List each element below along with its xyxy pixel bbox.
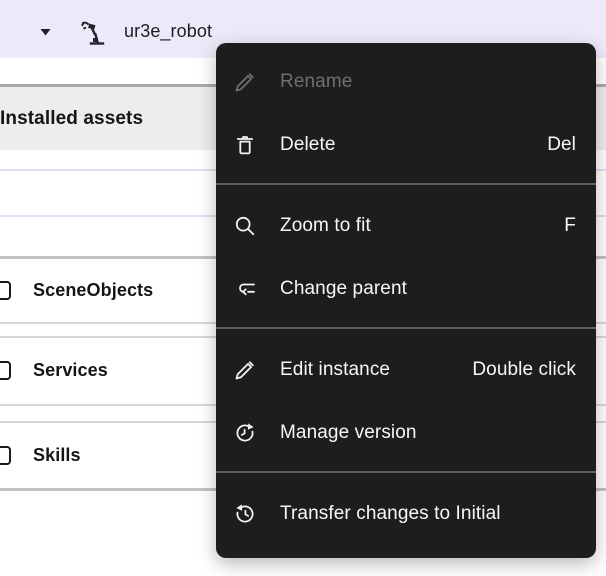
asset-row-label: Services: [33, 359, 108, 380]
menu-item-change-parent[interactable]: Change parent: [216, 257, 596, 320]
menu-item-label: Change parent: [280, 277, 408, 299]
checkbox[interactable]: [0, 360, 11, 380]
menu-item-shortcut: F: [564, 214, 576, 236]
pencil-icon: [233, 70, 257, 94]
menu-item-label: Edit instance: [280, 358, 391, 380]
caret-down-icon[interactable]: [40, 28, 51, 36]
menu-item-zoom-to-fit[interactable]: Zoom to fit F: [216, 194, 596, 257]
checkbox[interactable]: [0, 280, 11, 300]
context-menu: Rename Delete Del Zoom to fit F Change parent…: [216, 43, 596, 558]
checkbox[interactable]: [0, 445, 11, 465]
menu-item-transfer-changes[interactable]: Transfer changes to Initial: [216, 482, 596, 545]
history-icon: [233, 502, 257, 526]
menu-item-delete[interactable]: Delete Del: [216, 113, 596, 176]
menu-separator: [216, 471, 596, 473]
menu-separator: [216, 183, 596, 185]
menu-item-label: Manage version: [280, 421, 417, 443]
magnifier-icon: [233, 214, 257, 238]
pencil-icon: [233, 358, 257, 382]
menu-item-rename: Rename: [216, 50, 596, 113]
change-parent-icon: [233, 277, 257, 301]
asset-row-label: SceneObjects: [33, 279, 154, 300]
trash-icon: [233, 133, 257, 157]
menu-item-label: Zoom to fit: [280, 214, 371, 236]
robot-arm-icon: [80, 16, 112, 48]
section-title: Installed assets: [0, 108, 144, 129]
menu-item-label: Transfer changes to Initial: [280, 502, 501, 524]
menu-item-edit-instance[interactable]: Edit instance Double click: [216, 338, 596, 401]
menu-item-label: Rename: [280, 70, 353, 92]
clock-refresh-icon: [233, 421, 257, 445]
menu-item-manage-version[interactable]: Manage version: [216, 401, 596, 464]
menu-item-label: Delete: [280, 133, 336, 155]
app-screen: ur3e_robot Installed assets SceneObjects…: [0, 0, 606, 576]
menu-separator: [216, 327, 596, 329]
entity-name-label: ur3e_robot: [124, 21, 213, 41]
asset-row-label: Skills: [33, 444, 81, 465]
menu-item-shortcut: Del: [547, 133, 576, 155]
menu-item-shortcut: Double click: [472, 358, 576, 380]
